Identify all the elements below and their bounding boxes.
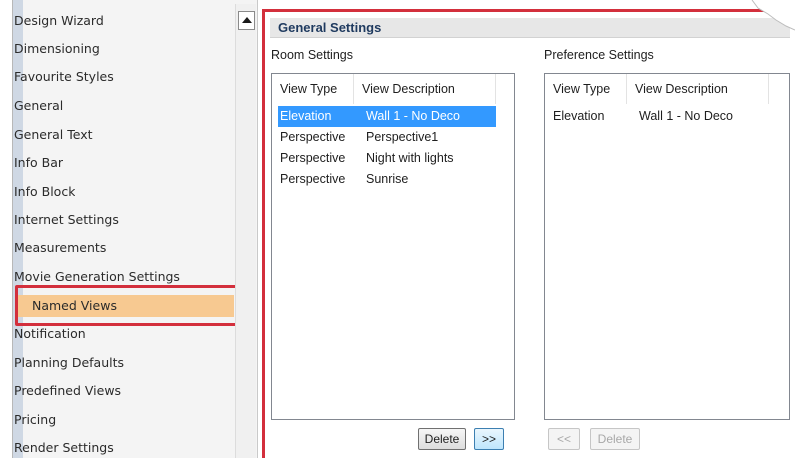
row-view-type: Perspective [280,130,346,144]
sidebar-item-planning-defaults[interactable]: Planning Defaults [14,352,124,374]
sidebar-item-measurements[interactable]: Measurements [14,237,106,259]
sidebar-item-favourite-styles[interactable]: Favourite Styles [14,66,114,88]
sidebar-item-notification[interactable]: Notification [14,323,86,345]
row-view-type: Perspective [280,172,346,186]
row-view-description: Sunrise [366,172,409,186]
sidebar-item-general[interactable]: General [14,95,63,117]
row-view-description: Night with lights [366,151,454,165]
room-settings-label: Room Settings [271,48,353,62]
row-view-description: Wall 1 - No Deco [366,109,461,123]
row-view-type: Elevation [280,109,332,123]
sidebar-item-dimensioning[interactable]: Dimensioning [14,38,100,60]
column-header-view-description[interactable]: View Description [627,74,769,104]
sidebar-scrollbar[interactable] [235,4,256,458]
table-row[interactable]: Perspective Night with lights [278,148,496,169]
sidebar-item-info-bar[interactable]: Info Bar [14,152,63,174]
row-view-type: Elevation [553,109,605,123]
table-row[interactable]: Perspective Perspective1 [278,127,496,148]
table-row[interactable]: Elevation Wall 1 - No Deco [551,106,769,127]
sidebar-item-render-settings[interactable]: Render Settings [14,437,114,458]
row-view-type: Perspective [280,151,346,165]
column-header-view-type[interactable]: View Type [272,74,354,104]
table-row[interactable]: Perspective Sunrise [278,169,496,190]
move-to-room-button[interactable]: << [548,428,580,450]
move-to-preference-button[interactable]: >> [474,428,504,450]
sidebar-item-pricing[interactable]: Pricing [14,409,56,431]
room-views-list[interactable]: View Type View Description Elevation Wal… [271,73,515,420]
column-header-view-type[interactable]: View Type [545,74,627,104]
panel-title: General Settings [278,20,382,35]
table-row[interactable]: Elevation Wall 1 - No Deco [278,106,496,127]
row-view-description: Perspective1 [366,130,439,144]
sidebar-item-design-wizard[interactable]: Design Wizard [14,10,104,32]
named-views-highlight-box [15,285,248,326]
column-header-view-description[interactable]: View Description [354,74,496,104]
room-delete-button[interactable]: Delete [418,428,466,450]
sidebar-item-predefined-views[interactable]: Predefined Views [14,380,121,402]
sidebar-item-info-block[interactable]: Info Block [14,181,75,203]
preference-views-list[interactable]: View Type View Description Elevation Wal… [544,73,790,420]
row-view-description: Wall 1 - No Deco [639,109,734,123]
preference-settings-label: Preference Settings [544,48,654,62]
scroll-up-arrow-icon[interactable] [238,11,255,30]
sidebar-item-general-text[interactable]: General Text [14,124,93,146]
panel-header: General Settings [270,18,790,38]
sidebar-item-internet-settings[interactable]: Internet Settings [14,209,119,231]
preference-delete-button[interactable]: Delete [590,428,640,450]
